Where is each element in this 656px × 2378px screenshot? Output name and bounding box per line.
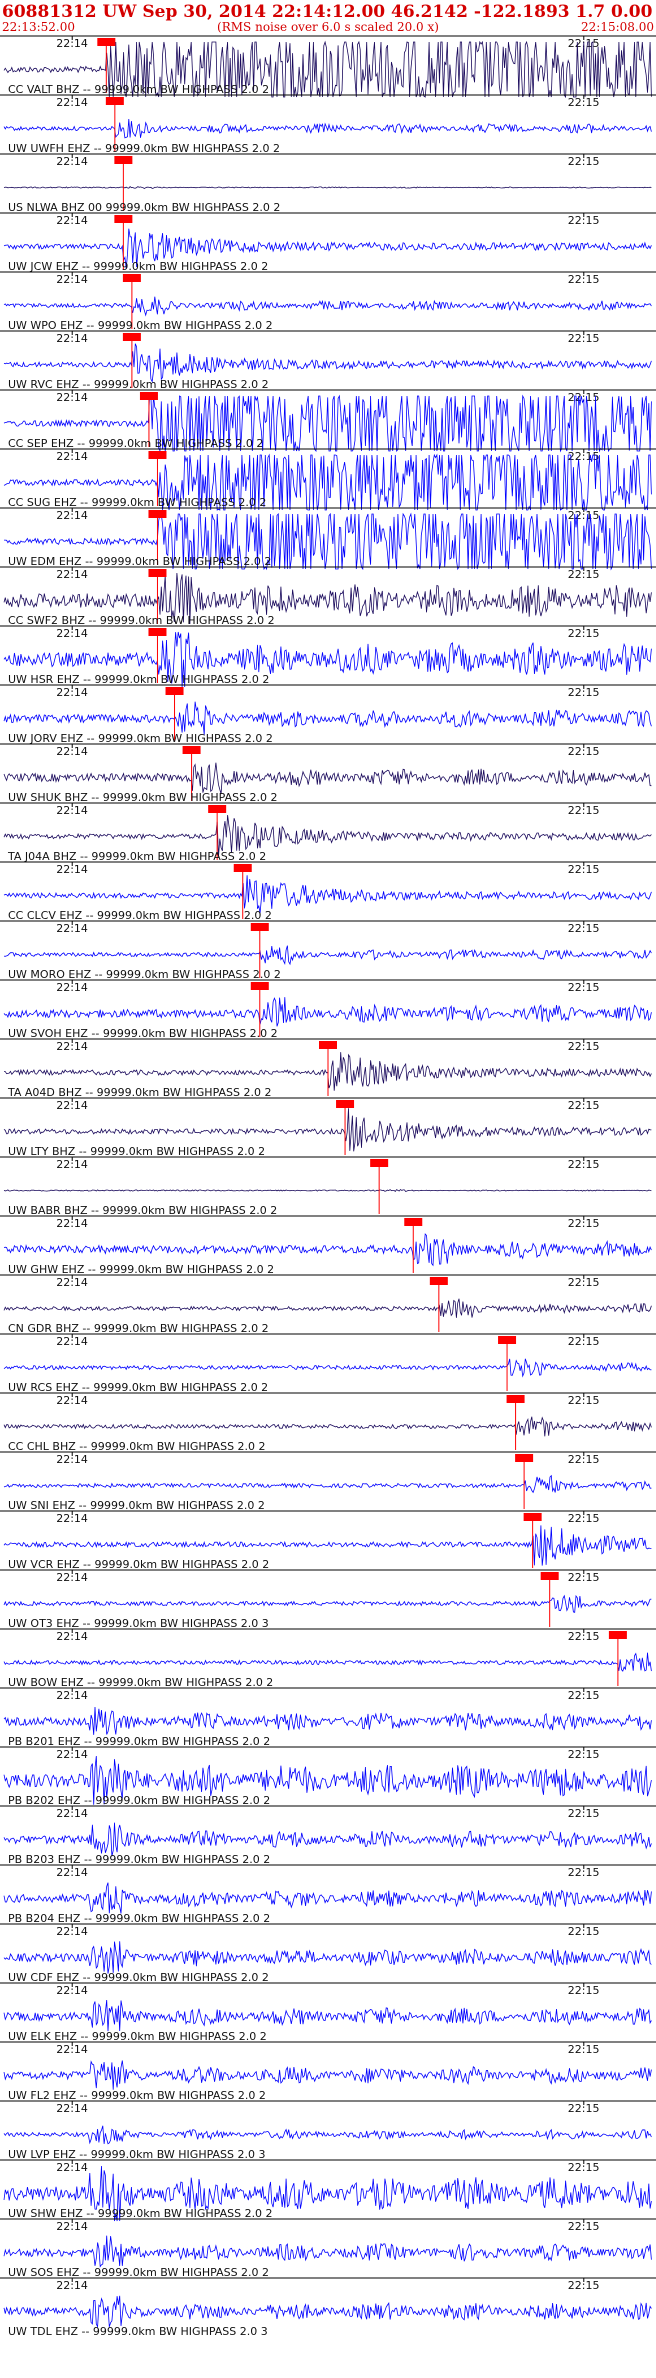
pick-marker	[182, 746, 201, 754]
pick-marker	[208, 805, 227, 813]
station-label: UW UWFH EHZ -- 99999.0km BW HIGHPASS 2.0…	[8, 142, 280, 155]
pick-marker	[540, 1572, 559, 1580]
pick-marker	[114, 215, 133, 223]
pick-marker	[148, 451, 167, 459]
station-label: UW ELK EHZ -- 99999.0km BW HIGHPASS 2.0 …	[8, 2030, 267, 2043]
pick-marker	[139, 392, 158, 400]
pick-marker	[506, 1395, 525, 1403]
station-label: UW WPO EHZ -- 99999.0km BW HIGHPASS 2.0 …	[8, 319, 273, 332]
start-time: 22:13:52.00	[2, 20, 75, 34]
station-label: UW LVP EHZ -- 99999.0km BW HIGHPASS 2.0 …	[8, 2148, 266, 2161]
station-label: UW EDM EHZ -- 99999.0km BW HIGHPASS 2.0 …	[8, 555, 271, 568]
station-label: UW FL2 EHZ -- 99999.0km BW HIGHPASS 2.0 …	[8, 2089, 266, 2102]
seismogram-plot: 60881312 UW Sep 30, 2014 22:14:12.00 46.…	[0, 0, 656, 2378]
station-label: CC SUG EHZ -- 99999.0km BW HIGHPASS 2.0 …	[8, 496, 266, 509]
pick-marker	[114, 156, 133, 164]
station-label: PB B202 EHZ -- 99999.0km BW HIGHPASS 2.0…	[8, 1794, 270, 1807]
station-label: UW GHW EHZ -- 99999.0km BW HIGHPASS 2.0 …	[8, 1263, 274, 1276]
pick-marker	[148, 510, 167, 518]
pick-marker	[122, 274, 141, 282]
station-label: UW CDF EHZ -- 99999.0km BW HIGHPASS 2.0 …	[8, 1971, 269, 1984]
pick-marker	[404, 1218, 423, 1226]
station-label: UW HSR EHZ -- 99999.0km BW HIGHPASS 2.0 …	[8, 673, 269, 686]
pick-marker	[250, 923, 269, 931]
plot-title: 60881312 UW Sep 30, 2014 22:14:12.00 46.…	[2, 2, 656, 22]
station-label: UW LTY BHZ -- 99999.0km BW HIGHPASS 2.0 …	[8, 1145, 265, 1158]
plot-subtitle: (RMS noise over 6.0 s scaled 20.0 x)	[217, 20, 439, 34]
station-label: CC SWF2 BHZ -- 99999.0km BW HIGHPASS 2.0…	[8, 614, 275, 627]
pick-marker	[336, 1100, 355, 1108]
pick-marker	[148, 569, 167, 577]
pick-marker	[233, 864, 252, 872]
pick-marker	[498, 1336, 517, 1344]
station-label: CC CHL BHZ -- 99999.0km BW HIGHPASS 2.0 …	[8, 1440, 266, 1453]
station-label: UW RCS EHZ -- 99999.0km BW HIGHPASS 2.0 …	[8, 1381, 268, 1394]
pick-marker	[250, 982, 269, 990]
station-label: US NLWA BHZ 00 99999.0km BW HIGHPASS 2.0…	[8, 201, 280, 214]
station-label: CN GDR BHZ -- 99999.0km BW HIGHPASS 2.0 …	[8, 1322, 269, 1335]
station-label: UW SVOH EHZ -- 99999.0km BW HIGHPASS 2.0…	[8, 1027, 278, 1040]
pick-marker	[515, 1454, 534, 1462]
pick-marker	[608, 1631, 627, 1639]
station-label: UW SHW EHZ -- 99999.0km BW HIGHPASS 2.0 …	[8, 2207, 273, 2220]
station-label: UW RVC EHZ -- 99999.0km BW HIGHPASS 2.0 …	[8, 378, 269, 391]
station-label: PB B203 EHZ -- 99999.0km BW HIGHPASS 2.0…	[8, 1853, 270, 1866]
pick-marker	[148, 628, 167, 636]
pick-marker	[319, 1041, 337, 1049]
station-label: TA J04A BHZ -- 99999.0km BW HIGHPASS 2.0…	[7, 850, 266, 863]
station-label: CC VALT BHZ -- 99999.0km BW HIGHPASS 2.0…	[8, 83, 269, 96]
pick-marker	[122, 333, 141, 341]
station-label: UW SNI EHZ -- 99999.0km BW HIGHPASS 2.0 …	[8, 1499, 265, 1512]
station-label: PB B201 EHZ -- 99999.0km BW HIGHPASS 2.0…	[8, 1735, 270, 1748]
station-label: UW JORV EHZ -- 99999.0km BW HIGHPASS 2.0…	[8, 732, 273, 745]
pick-marker	[370, 1159, 389, 1167]
station-label: PB B204 EHZ -- 99999.0km BW HIGHPASS 2.0…	[8, 1912, 270, 1925]
station-label: UW SOS EHZ -- 99999.0km BW HIGHPASS 2.0 …	[8, 2266, 269, 2279]
pick-marker	[105, 97, 124, 105]
station-label: UW TDL EHZ -- 99999.0km BW HIGHPASS 2.0 …	[8, 2325, 268, 2338]
station-label: UW SHUK BHZ -- 99999.0km BW HIGHPASS 2.0…	[8, 791, 278, 804]
pick-marker	[523, 1513, 542, 1521]
station-label: CC CLCV EHZ -- 99999.0km BW HIGHPASS 2.0…	[8, 909, 272, 922]
station-label: CC SEP EHZ -- 99999.0km BW HIGHPASS 2.0 …	[8, 437, 263, 450]
station-label: UW MORO EHZ -- 99999.0km BW HIGHPASS 2.0…	[8, 968, 281, 981]
pick-marker	[429, 1277, 448, 1285]
station-label: UW BABR BHZ -- 99999.0km BW HIGHPASS 2.0…	[8, 1204, 277, 1217]
pick-marker	[165, 687, 184, 695]
pick-marker	[97, 38, 116, 46]
station-label: UW BOW EHZ -- 99999.0km BW HIGHPASS 2.0 …	[8, 1676, 273, 1689]
station-label: UW VCR EHZ -- 99999.0km BW HIGHPASS 2.0 …	[8, 1558, 269, 1571]
station-label: UW JCW EHZ -- 99999.0km BW HIGHPASS 2.0 …	[8, 260, 268, 273]
end-time: 22:15:08.00	[581, 20, 654, 34]
station-label: UW OT3 EHZ -- 99999.0km BW HIGHPASS 2.0 …	[8, 1617, 269, 1630]
station-label: TA A04D BHZ -- 99999.0km BW HIGHPASS 2.0…	[7, 1086, 271, 1099]
